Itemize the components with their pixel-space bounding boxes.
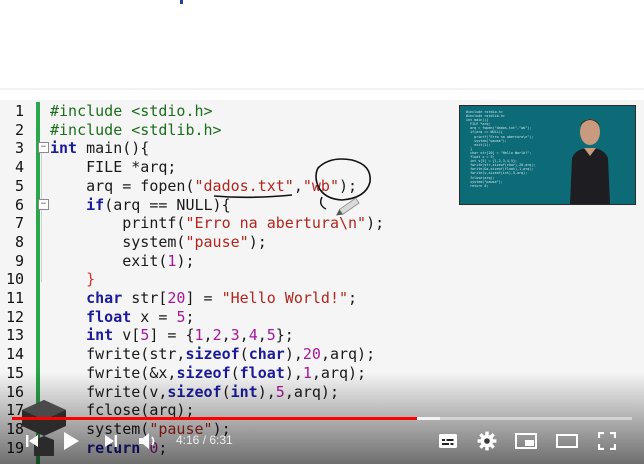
- code-text: #include <stdio.h>: [50, 102, 213, 120]
- line-number: 7: [14, 214, 24, 233]
- code-text: int v[5] = {1,2,3,4,5};: [86, 326, 294, 345]
- skip-previous-icon: [26, 435, 38, 447]
- webcam-overlay: #include <stdio.h> #include <stdlib.h> i…: [459, 105, 636, 205]
- theater-mode-button[interactable]: [554, 427, 580, 455]
- code-text: system("pause");: [50, 232, 267, 251]
- subtitles-icon: [439, 434, 457, 448]
- volume-button[interactable]: [137, 427, 159, 455]
- time-current: 4:16: [176, 433, 200, 447]
- code-text: char str[20] = "Hello World!";: [86, 289, 358, 307]
- code-text: exit(1);: [50, 251, 195, 270]
- code-text: fwrite(str,sizeof(char),20,arq);: [50, 345, 376, 364]
- fullscreen-button[interactable]: [596, 427, 618, 455]
- settings-button[interactable]: [475, 427, 499, 455]
- code-text: }: [86, 270, 96, 289]
- line-number: 2: [14, 120, 24, 139]
- play-icon: [64, 432, 79, 450]
- code-line: 12 float x = 5;: [0, 308, 644, 327]
- skip-previous-button[interactable]: [22, 427, 42, 455]
- code-text: if(arq == NULL){: [86, 195, 231, 214]
- miniplayer-button[interactable]: [513, 427, 539, 455]
- line-number: 14: [5, 345, 24, 364]
- line-number: 12: [5, 307, 24, 326]
- time-display: 4:16 / 6:31: [176, 433, 233, 447]
- code-text: FILE *arq;: [50, 158, 177, 177]
- code-line: 13 int v[5] = {1,2,3,4,5};: [0, 326, 644, 345]
- time-total: 6:31: [209, 433, 233, 447]
- ink-tick: [180, 0, 183, 4]
- video-frame[interactable]: 1 #include <stdio.h> 2 #include <stdlib.h> 3…: [0, 0, 644, 464]
- line-number: 13: [5, 326, 24, 345]
- code-text: float x = 5;: [86, 307, 195, 326]
- code-line: 10 }: [0, 270, 644, 289]
- code-text: #include <stdlib.h>: [50, 120, 222, 139]
- webcam-background-code: #include <stdio.h> #include <stdlib.h> i…: [466, 110, 536, 188]
- fold-toggle-icon[interactable]: −: [38, 142, 49, 154]
- code-line: 11 char str[20] = "Hello World!";: [0, 289, 644, 308]
- miniplayer-icon: [515, 433, 537, 449]
- gear-icon: [477, 431, 497, 451]
- line-number: 4: [14, 158, 24, 177]
- progress-played: [12, 417, 418, 420]
- line-number: 8: [14, 232, 24, 251]
- line-number: 1: [14, 102, 24, 120]
- presenter-image: [570, 119, 610, 204]
- progress-bar[interactable]: [12, 417, 632, 420]
- volume-icon: [139, 433, 155, 449]
- line-number: 10: [5, 270, 24, 289]
- play-button[interactable]: [60, 427, 82, 455]
- top-divider: [0, 88, 644, 90]
- time-separator: /: [199, 433, 210, 447]
- code-line: 9 exit(1);: [0, 252, 644, 271]
- code-line: 14 fwrite(str,sizeof(char),20,arq);: [0, 345, 644, 364]
- code-text: arq = fopen("dados.txt","wb");: [50, 176, 358, 195]
- code-text: int main(){: [50, 139, 150, 158]
- fullscreen-icon: [598, 432, 616, 450]
- code-text: printf("Erro na abertura\n");: [50, 214, 385, 233]
- line-number: 6: [14, 195, 24, 214]
- code-line: 7 printf("Erro na abertura\n");: [0, 214, 644, 233]
- code-line: 8 system("pause");: [0, 233, 644, 252]
- line-number: 11: [5, 289, 24, 307]
- skip-next-icon: [105, 435, 117, 447]
- theater-mode-icon: [556, 434, 578, 448]
- subtitles-button[interactable]: [436, 427, 460, 455]
- line-number: 9: [14, 251, 24, 270]
- fold-toggle-icon[interactable]: −: [38, 198, 49, 210]
- line-number: 5: [14, 176, 24, 195]
- skip-next-button[interactable]: [101, 427, 121, 455]
- line-number: 3: [14, 139, 24, 158]
